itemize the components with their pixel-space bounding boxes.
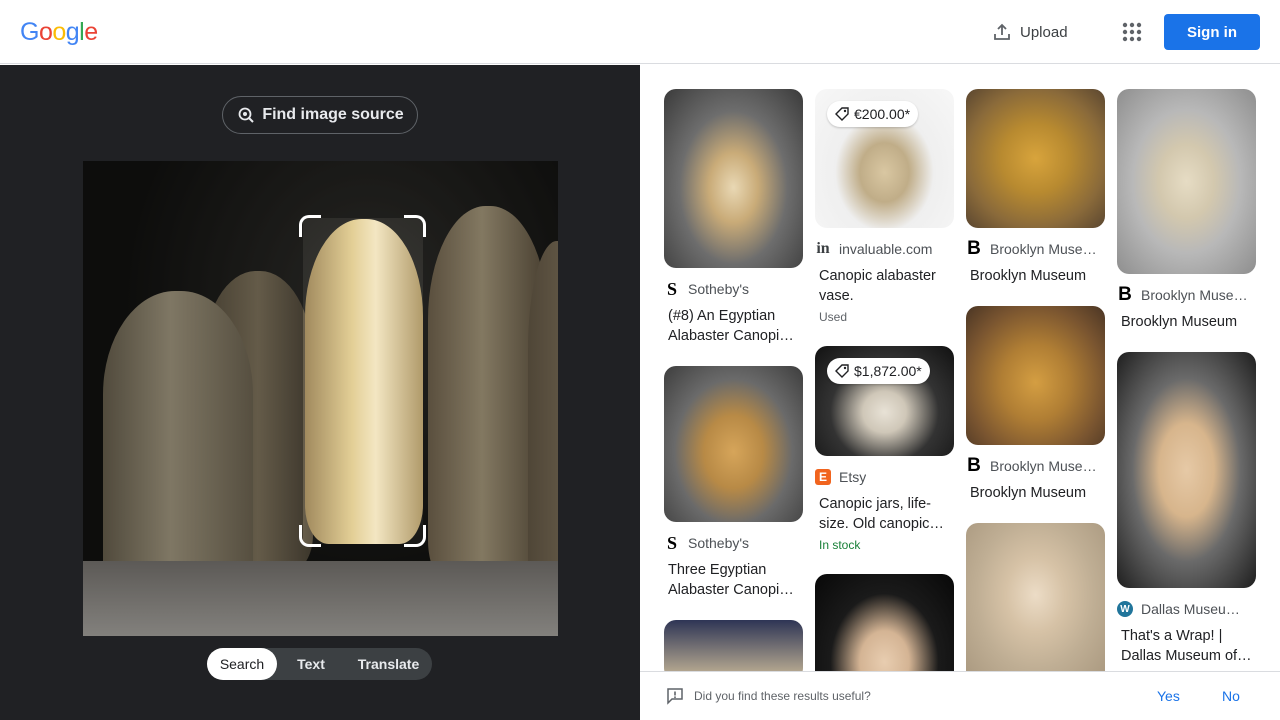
dim-overlay-top — [303, 161, 423, 218]
result-card[interactable]: $1,872.00* E Etsy Canopic jars, life-siz… — [815, 346, 954, 552]
lens-panel: Find image source Search Text Translate — [0, 65, 640, 720]
mode-text-tab[interactable]: Text — [277, 648, 345, 680]
find-image-source-button[interactable]: Find image source — [222, 96, 418, 134]
lens-mode-switcher: Search Text Translate — [207, 648, 432, 680]
result-card[interactable] — [815, 574, 954, 671]
top-bar: Google Upload Sign in — [0, 0, 1280, 64]
price-value: €200.00* — [854, 106, 911, 122]
result-source[interactable]: S Sotheby's — [664, 278, 803, 299]
brooklyn-museum-favicon-icon: B — [967, 238, 981, 259]
result-title[interactable]: Brooklyn Museum — [966, 483, 1105, 503]
result-title[interactable]: Brooklyn Museum — [1117, 312, 1256, 332]
result-condition: Used — [819, 310, 848, 324]
feedback-yes-button[interactable]: Yes — [1157, 688, 1180, 704]
result-source[interactable]: B Brooklyn Muse… — [1117, 284, 1256, 305]
mode-search-tab[interactable]: Search — [207, 648, 277, 680]
result-source-name: Sotheby's — [688, 535, 750, 551]
image-search-icon — [238, 107, 255, 123]
result-source[interactable]: S Sotheby's — [664, 532, 803, 553]
result-card[interactable] — [966, 523, 1105, 671]
result-card[interactable]: S Sotheby's (#8) An Egyptian Alabaster C… — [664, 89, 803, 346]
result-source[interactable]: W Dallas Museu… — [1117, 600, 1256, 618]
result-source[interactable]: B Brooklyn Muse… — [966, 455, 1105, 476]
results-grid: S Sotheby's (#8) An Egyptian Alabaster C… — [640, 65, 1280, 671]
result-source-name: invaluable.com — [839, 241, 933, 257]
result-card[interactable] — [664, 620, 803, 671]
result-thumbnail[interactable] — [966, 523, 1105, 671]
price-tag-icon — [835, 364, 849, 378]
result-source[interactable]: E Etsy — [815, 468, 954, 486]
result-source[interactable]: B Brooklyn Muse… — [966, 238, 1105, 259]
result-card[interactable]: W Dallas Museu… That's a Wrap! | Dallas … — [1117, 352, 1256, 666]
result-card[interactable]: B Brooklyn Muse… Brooklyn Museum — [966, 89, 1105, 286]
crop-handle-top-right[interactable] — [404, 215, 426, 237]
dim-overlay-bottom — [303, 544, 423, 636]
dim-overlay-right — [423, 161, 558, 636]
result-source-name: Dallas Museu… — [1141, 601, 1240, 617]
result-title[interactable]: That's a Wrap! | Dallas Museum of… — [1117, 626, 1256, 666]
result-thumbnail[interactable]: $1,872.00* — [815, 346, 954, 456]
feedback-question: Did you find these results useful? — [694, 689, 871, 703]
find-image-source-label: Find image source — [262, 106, 404, 123]
sothebys-favicon-icon: S — [666, 278, 677, 299]
result-source[interactable]: in invaluable.com — [815, 240, 954, 258]
wordpress-favicon-icon: W — [1117, 601, 1133, 617]
feedback-no-button[interactable]: No — [1222, 688, 1240, 704]
upload-button[interactable]: Upload — [992, 20, 1068, 44]
sign-in-button[interactable]: Sign in — [1164, 14, 1260, 50]
mode-translate-tab[interactable]: Translate — [345, 648, 432, 680]
result-thumbnail[interactable] — [664, 620, 803, 671]
result-title[interactable]: Brooklyn Museum — [966, 266, 1105, 286]
feedback-bar: Did you find these results useful? Yes N… — [640, 671, 1280, 720]
price-badge: €200.00* — [827, 101, 919, 127]
dim-overlay-left — [83, 161, 303, 636]
result-thumbnail[interactable] — [664, 89, 803, 268]
result-card[interactable]: B Brooklyn Muse… Brooklyn Museum — [966, 306, 1105, 503]
result-title[interactable]: Three Egyptian Alabaster Canopi… — [664, 560, 803, 600]
result-card[interactable]: S Sotheby's Three Egyptian Alabaster Can… — [664, 366, 803, 600]
result-source-name: Brooklyn Muse… — [990, 458, 1097, 474]
feedback-icon — [667, 688, 683, 705]
result-card[interactable]: €200.00* in invaluable.com Canopic alaba… — [815, 89, 954, 324]
result-thumbnail[interactable] — [815, 574, 954, 671]
upload-icon — [994, 23, 1010, 40]
result-title[interactable]: Canopic jars, life-size. Old canopic… — [815, 494, 954, 534]
stock-status: In stock — [819, 538, 861, 552]
apps-grid-icon[interactable] — [1120, 20, 1144, 44]
result-thumbnail[interactable] — [966, 89, 1105, 228]
brooklyn-museum-favicon-icon: B — [1118, 284, 1132, 305]
invaluable-favicon-icon: in — [816, 240, 830, 257]
upload-label: Upload — [1020, 23, 1068, 41]
result-thumbnail[interactable] — [664, 366, 803, 522]
crop-handle-bottom-right[interactable] — [404, 525, 426, 547]
result-source-name: Brooklyn Muse… — [990, 241, 1097, 257]
result-thumbnail[interactable] — [1117, 89, 1256, 274]
crop-handle-bottom-left[interactable] — [299, 525, 321, 547]
result-thumbnail[interactable] — [1117, 352, 1256, 588]
price-tag-icon — [835, 107, 849, 121]
result-source-name: Etsy — [839, 469, 867, 485]
result-card[interactable]: B Brooklyn Muse… Brooklyn Museum — [1117, 89, 1256, 332]
crop-handle-top-left[interactable] — [299, 215, 321, 237]
result-thumbnail[interactable] — [966, 306, 1105, 445]
brooklyn-museum-favicon-icon: B — [967, 455, 981, 476]
result-source-name: Brooklyn Muse… — [1141, 287, 1248, 303]
etsy-favicon-icon: E — [815, 469, 831, 485]
price-badge: $1,872.00* — [827, 358, 930, 384]
sothebys-favicon-icon: S — [666, 532, 677, 553]
result-title[interactable]: Canopic alabaster vase. — [815, 266, 954, 306]
google-logo[interactable]: Google — [20, 18, 98, 47]
price-value: $1,872.00* — [854, 363, 922, 379]
result-thumbnail[interactable]: €200.00* — [815, 89, 954, 228]
result-title[interactable]: (#8) An Egyptian Alabaster Canopi… — [664, 306, 803, 346]
crop-selection-box[interactable] — [299, 215, 426, 547]
result-source-name: Sotheby's — [688, 281, 750, 297]
